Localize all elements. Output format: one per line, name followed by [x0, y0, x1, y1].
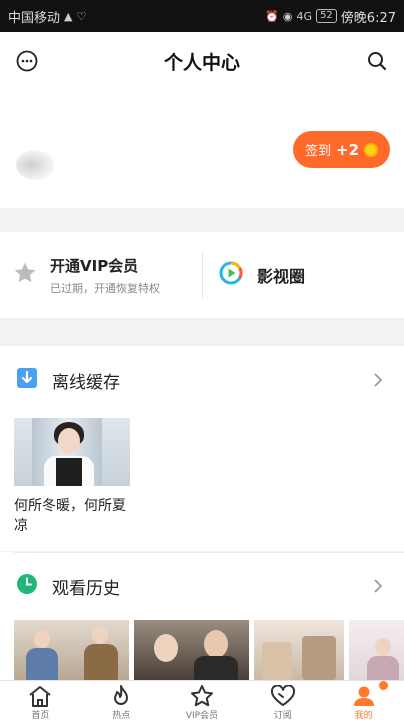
history-item[interactable]: [349, 620, 404, 680]
notification-dot: [378, 681, 388, 690]
network-label: 4G: [296, 9, 313, 23]
signal-icon: ▲: [64, 9, 73, 23]
tab-subscribe[interactable]: 订阅: [242, 681, 323, 720]
carrier-label: 中国移动: [8, 10, 61, 26]
status-bar: 中国移动 ▲ ♡ ⏰ ◉ 4G 52 傍晚6:27: [0, 0, 404, 32]
profile-area: 签到 +2: [0, 90, 404, 208]
tab-label: 我的: [354, 711, 373, 720]
tab-label: VIP会员: [185, 711, 219, 720]
circle-title: 影视圈: [257, 267, 306, 286]
heart-icon: [270, 684, 296, 711]
history-thumbnails: [14, 620, 404, 680]
star-icon: [12, 260, 38, 290]
page-header: 个人中心: [0, 32, 404, 90]
history-item[interactable]: [254, 620, 344, 680]
home-icon: [27, 685, 53, 711]
checkin-button[interactable]: 签到 +2: [293, 131, 390, 168]
avatar[interactable]: [16, 150, 54, 180]
tab-vip[interactable]: VIP会员: [162, 681, 243, 720]
eye-icon: ◉: [282, 9, 293, 23]
coin-icon: [364, 142, 379, 157]
play-circle-icon: [219, 261, 243, 289]
chevron-right-icon: [370, 372, 386, 388]
download-icon: [16, 367, 38, 393]
checkin-label: 签到: [304, 144, 331, 159]
vip-star-icon: [189, 685, 215, 711]
history-item[interactable]: [14, 620, 129, 680]
fire-icon: [108, 685, 134, 711]
battery-indicator: 52: [316, 9, 337, 23]
history-section: 观看历史: [0, 552, 404, 680]
history-header[interactable]: 观看历史: [0, 552, 404, 620]
tab-home[interactable]: 首页: [0, 681, 81, 720]
circle-card[interactable]: 影视圈: [203, 232, 404, 318]
chevron-right-icon: [370, 578, 386, 594]
heart-status-icon: ♡: [76, 9, 87, 23]
tab-label: 热点: [112, 711, 131, 720]
message-icon[interactable]: [15, 49, 39, 73]
tab-label: 首页: [31, 711, 50, 720]
offline-item[interactable]: 何所冬暖，何所夏凉: [14, 418, 130, 536]
page-title: 个人中心: [163, 51, 240, 74]
search-icon[interactable]: [365, 49, 389, 73]
tab-me[interactable]: 我的: [323, 681, 404, 720]
checkin-bonus: +2: [336, 140, 360, 159]
membership-row: 开通VIP会员 已过期，开通恢复特权 影视圈: [0, 232, 404, 318]
alarm-icon: ⏰: [265, 9, 279, 23]
history-title: 观看历史: [52, 578, 120, 599]
history-item[interactable]: [134, 620, 249, 680]
tab-hot[interactable]: 热点: [81, 681, 162, 720]
clock-icon: [16, 573, 38, 599]
video-thumbnail: [14, 418, 130, 486]
offline-section: 离线缓存 何所冬暖，何所夏凉: [0, 346, 404, 551]
vip-title: 开通VIP会员: [50, 256, 139, 275]
clock-time: 傍晚6:27: [340, 10, 396, 26]
bottom-tab-bar: 首页 热点 VIP会员 订阅 我的: [0, 680, 404, 720]
user-icon: [351, 685, 377, 711]
tab-label: 订阅: [273, 711, 292, 720]
vip-subtitle: 已过期，开通恢复特权: [50, 281, 160, 295]
offline-item-title: 何所冬暖，何所夏凉: [14, 498, 126, 534]
vip-card[interactable]: 开通VIP会员 已过期，开通恢复特权: [0, 232, 202, 318]
offline-header[interactable]: 离线缓存: [0, 346, 404, 414]
offline-title: 离线缓存: [52, 372, 120, 393]
